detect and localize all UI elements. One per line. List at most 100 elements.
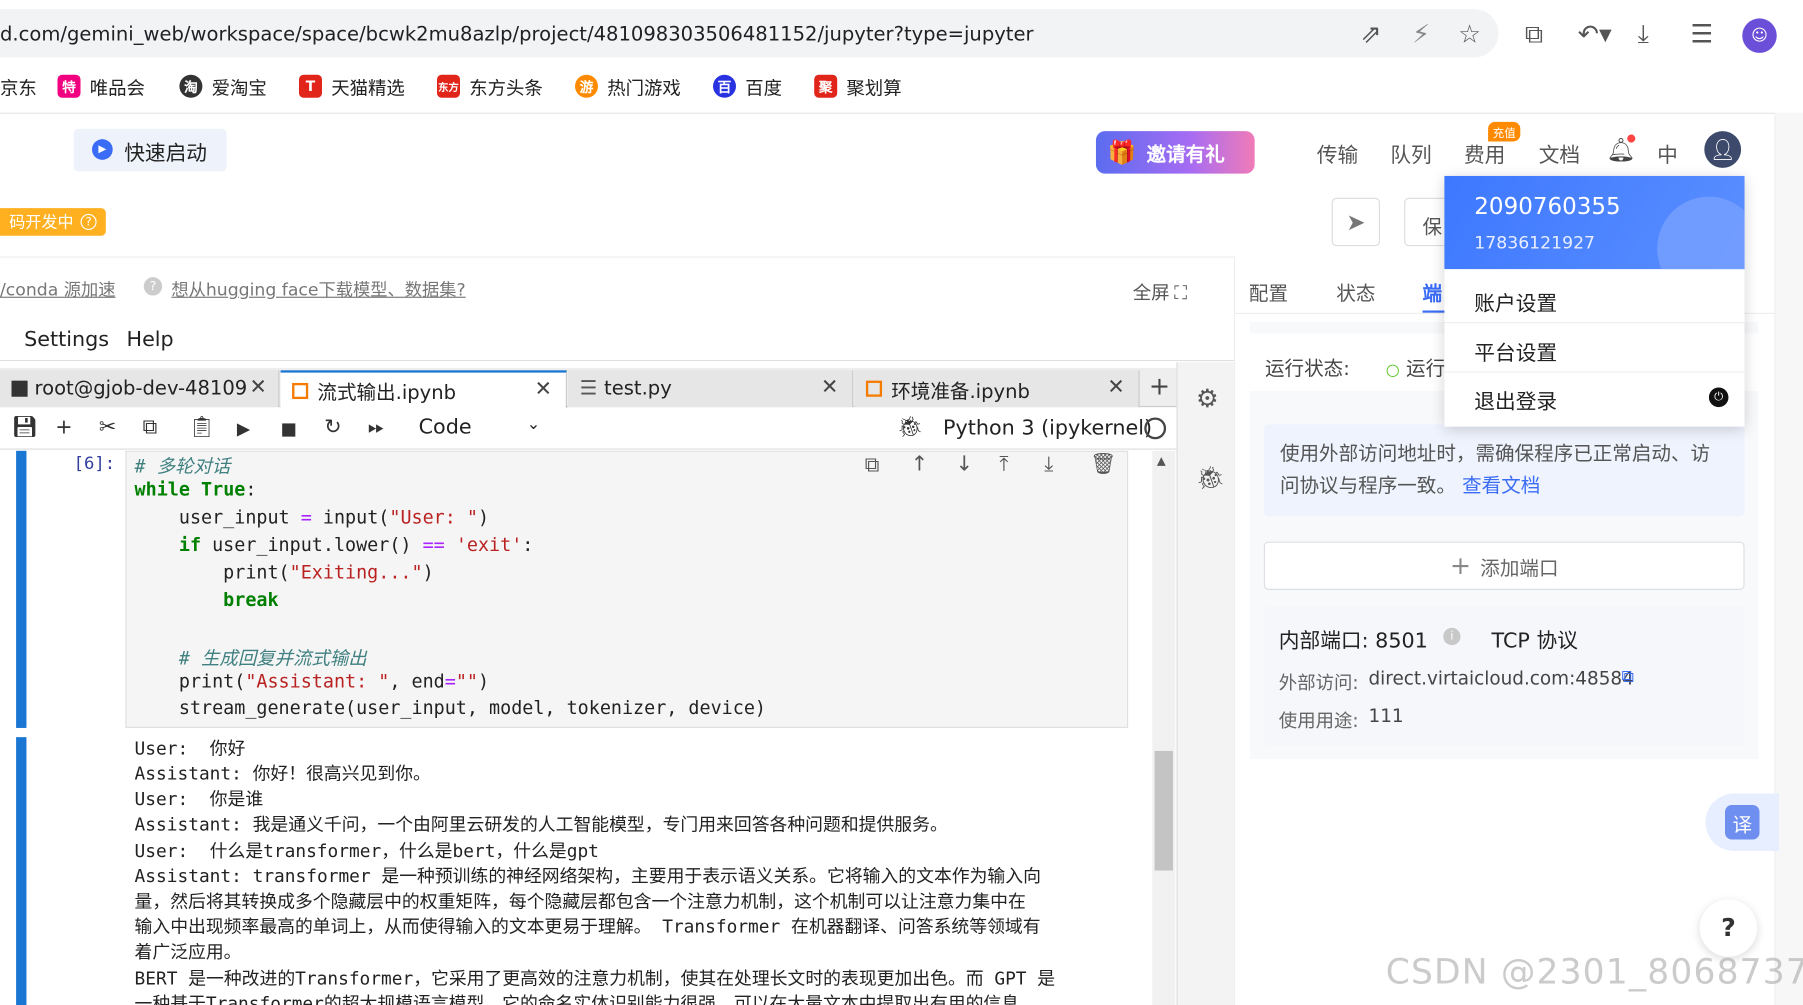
bookmark-dftt[interactable]: 东方 东方头条	[437, 71, 543, 101]
user-card: 2090760355 17836121927	[1444, 175, 1745, 270]
move-down-icon[interactable]: ↓	[956, 452, 973, 476]
conda-mirror-link[interactable]: /conda 源加速	[0, 277, 116, 301]
menu-settings[interactable]: Settings	[24, 328, 109, 352]
close-icon[interactable]: ✕	[535, 377, 552, 401]
expand-icon: ⛶	[1174, 281, 1188, 304]
tab-streaming-notebook[interactable]: 流式输出.ipynb ✕	[280, 370, 567, 409]
menu-platform-settings[interactable]: 平台设置	[1474, 337, 1557, 367]
stop-icon[interactable]: ■	[281, 419, 297, 440]
quick-start-button[interactable]: ▶ 快速启动	[73, 128, 227, 172]
nav-transfer[interactable]: 传输	[1317, 139, 1358, 169]
insert-above-icon[interactable]: ⤒	[999, 452, 1008, 476]
info-icon[interactable]: i	[1443, 627, 1461, 646]
share-icon[interactable]: ⇗	[1360, 21, 1381, 50]
nav-fee[interactable]: 费用	[1464, 139, 1505, 169]
bookmark-juhuasuan[interactable]: 聚聚划算	[814, 71, 902, 101]
usage-label: 使用用途:	[1278, 709, 1359, 732]
copy-icon[interactable]: ⧉	[143, 415, 158, 439]
tab-test-py[interactable]: ☰ test.py ✕	[568, 370, 854, 408]
code-line: while True:	[134, 478, 257, 501]
menu-logout[interactable]: 退出登录	[1474, 385, 1557, 415]
browser-avatar-icon[interactable]: ☺	[1742, 18, 1777, 53]
translate-widget[interactable]: 译	[1705, 793, 1780, 851]
undo-icon[interactable]: ↶▾	[1578, 21, 1612, 50]
tab-ports[interactable]: 端	[1423, 277, 1443, 306]
restart-icon[interactable]: ↻	[324, 415, 341, 439]
user-dropdown: 2090760355 17836121927 账户设置 平台设置 退出登录 ⏻	[1444, 175, 1745, 427]
user-avatar-icon[interactable]: 👤︎	[1704, 131, 1742, 168]
tab-terminal[interactable]: root@gjob-dev-48109 ✕	[0, 370, 280, 408]
duplicate-cell-icon[interactable]: ⧉	[865, 453, 880, 477]
new-tab-icon[interactable]: +	[1149, 373, 1170, 402]
close-icon[interactable]: ✕	[1107, 375, 1124, 399]
nav-queue[interactable]: 队列	[1390, 139, 1431, 169]
save-icon[interactable]: 💾︎	[12, 415, 38, 439]
scrollbar-thumb[interactable]	[1154, 750, 1173, 871]
nav-docs[interactable]: 文档	[1539, 139, 1580, 169]
hf-download-link[interactable]: 想从hugging face下载模型、数据集?	[171, 277, 465, 301]
cell-selection-bar	[16, 450, 27, 728]
help-button[interactable]: ?	[1699, 899, 1758, 957]
protocol-label: TCP 协议	[1491, 629, 1578, 654]
send-button[interactable]: ➤	[1331, 197, 1380, 247]
tab-env-notebook[interactable]: 环境准备.ipynb ✕	[854, 370, 1140, 408]
run-icon[interactable]: ▶	[237, 419, 250, 440]
output-line: Assistant: 你好！很高兴见到你。	[134, 763, 431, 785]
close-icon[interactable]: ✕	[249, 375, 266, 399]
output-line: BERT 是一种改进的Transformer，它采用了更高效的注意力机制，使其在…	[134, 968, 1056, 989]
usage-value: 111	[1368, 704, 1404, 727]
reading-list-icon[interactable]: ☰	[1691, 21, 1714, 50]
tab-status[interactable]: 状态	[1336, 277, 1375, 306]
fullscreen-button[interactable]: 全屏 ⛶	[1133, 277, 1187, 305]
property-inspector-icon[interactable]: ⚙	[1196, 385, 1219, 414]
bug-icon[interactable]: 🐞︎	[897, 415, 923, 439]
code-line: user_input = input("User: ")	[134, 506, 490, 528]
notebook-icon	[865, 380, 883, 397]
debugger-icon[interactable]: 🐞︎	[1196, 463, 1225, 491]
bookmark-baidu[interactable]: 百百度	[713, 71, 782, 101]
kernel-name[interactable]: Python 3 (ipykernel)	[943, 416, 1152, 440]
bookmark-taobao[interactable]: 淘爱淘宝	[179, 71, 267, 101]
run-status-label: 运行状态:	[1265, 357, 1350, 381]
add-cell-icon[interactable]: +	[55, 415, 72, 439]
menu-account-settings[interactable]: 账户设置	[1474, 288, 1557, 318]
cell-prompt: [6]:	[73, 453, 116, 474]
fast-forward-icon[interactable]: ⏩︎	[368, 415, 385, 439]
extension-icon[interactable]: ⧉	[1525, 21, 1543, 50]
delete-cell-icon[interactable]: 🗑︎	[1090, 452, 1116, 476]
tab-config[interactable]: 配置	[1249, 277, 1288, 306]
language-toggle[interactable]: 中	[1657, 139, 1678, 169]
paste-icon[interactable]: 📋︎	[189, 415, 215, 439]
bookmark-tmall[interactable]: T 天猫精选	[299, 71, 405, 101]
bookmark-jd[interactable]: 京东	[0, 71, 37, 101]
notebook-scrollbar[interactable]	[1152, 450, 1176, 1005]
question-icon: ?	[143, 277, 163, 296]
external-access-label: 外部访问:	[1278, 671, 1359, 694]
add-port-button[interactable]: + 添加端口	[1263, 541, 1745, 590]
close-icon[interactable]: ✕	[821, 375, 838, 399]
external-access-value[interactable]: direct.virtaicloud.com:48584	[1369, 667, 1634, 689]
insert-below-icon[interactable]: ⤓	[1044, 452, 1053, 476]
recharge-badge: 充值	[1488, 121, 1521, 142]
invite-button[interactable]: 🎁 邀请有礼	[1095, 131, 1255, 174]
cell-type-select[interactable]: Code ⌄	[419, 415, 545, 443]
bookmark-games[interactable]: 游热门游戏	[575, 71, 681, 101]
move-up-icon[interactable]: ↑	[911, 452, 928, 476]
save-button[interactable]: 保	[1404, 197, 1451, 247]
view-docs-link[interactable]: 查看文档	[1462, 475, 1540, 498]
url-text[interactable]: d.com/gemini_web/workspace/space/bcwk2mu…	[0, 23, 1034, 46]
games-icon: 游	[575, 74, 598, 98]
menu-help[interactable]: Help	[127, 328, 174, 352]
bolt-icon[interactable]: ⚡	[1412, 21, 1430, 50]
download-icon[interactable]: ⤓	[1638, 21, 1649, 50]
bookmark-vip[interactable]: 特唯品会	[57, 71, 145, 101]
help-circle-icon[interactable]: ?	[80, 213, 97, 230]
cut-icon[interactable]: ✂	[99, 415, 116, 439]
star-icon[interactable]: ☆	[1458, 21, 1481, 50]
scroll-up-icon[interactable]: ▲	[1157, 455, 1166, 468]
copy-icon[interactable]: ⧉	[1622, 666, 1634, 687]
terminal-icon	[11, 380, 28, 397]
info-notice: 使用外部访问地址时，需确保程序已正常启动、访问协议与程序一致。 查看文档	[1263, 424, 1745, 517]
paper-plane-icon: ➤	[1346, 208, 1366, 236]
code-line: if user_input.lower() == 'exit':	[178, 533, 534, 556]
